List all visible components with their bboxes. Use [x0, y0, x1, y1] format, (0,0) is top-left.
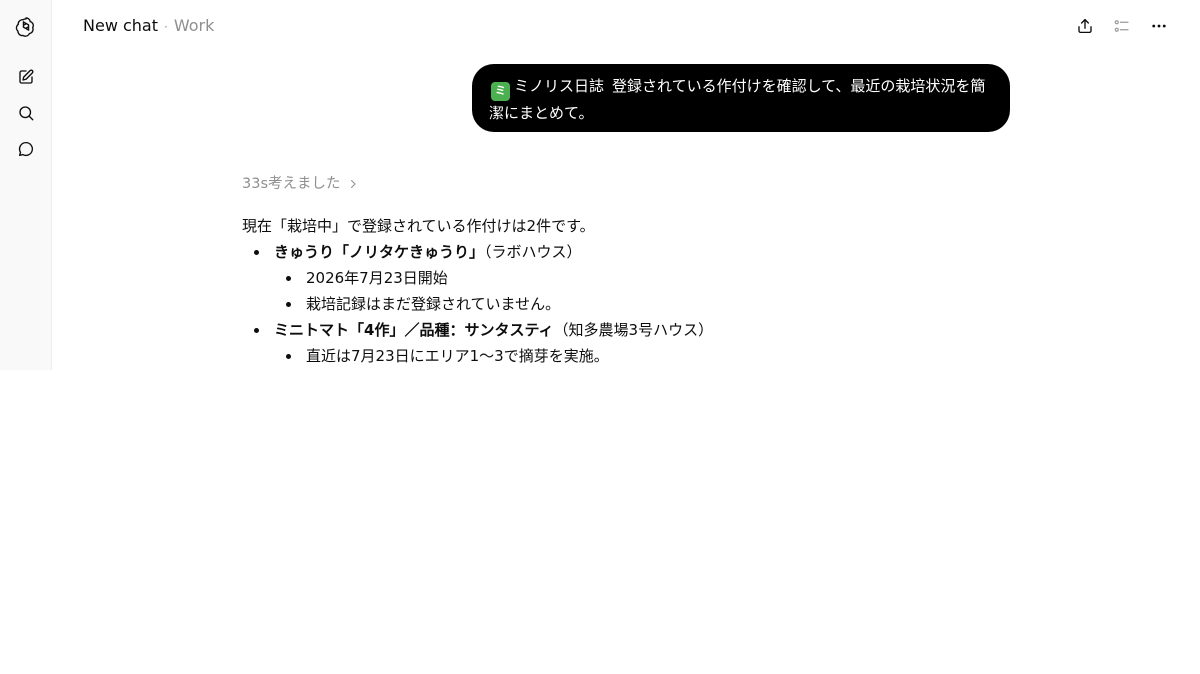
crop-title: ミニトマト「4作」／品種：サンタスティ — [274, 321, 554, 339]
crop-title: きゅうり「ノリタケきゅうり」 — [274, 243, 485, 261]
search-icon[interactable] — [12, 99, 40, 127]
chat-header: New chat · Work — [52, 0, 1200, 52]
list-item: ミニトマト「4作」／品種：サンタスティ（知多農場3号ハウス） — [242, 317, 1002, 343]
page-title[interactable]: New chat · Work — [83, 16, 214, 37]
chat-bubble-icon[interactable] — [12, 135, 40, 163]
project-name[interactable]: Work — [174, 16, 215, 35]
left-rail — [0, 0, 52, 370]
crop-location: （知多農場3号ハウス） — [553, 321, 714, 339]
list-item: 栽培記録はまだ登録されていません。 — [242, 291, 1002, 317]
response-intro: 現在「栽培中」で登録されている作付けは2件です。 — [242, 217, 595, 235]
list-item: 直近は7月23日にエリア1〜3で摘芽を実施。 — [242, 343, 1002, 369]
user-message-bubble: ミミノリス日誌 登録されている作付けを確認して、最近の栽培状況を簡潔にまとめて。 — [472, 64, 1010, 132]
more-horizontal-icon[interactable] — [1145, 12, 1173, 40]
connector-badge-icon: ミ — [491, 81, 510, 101]
thought-label: 33s考えました — [242, 176, 341, 192]
chat-title: New chat — [83, 16, 158, 35]
crop-location: （ラボハウス） — [484, 243, 582, 261]
crop-list: きゅうり「ノリタケきゅうり」（ラボハウス） 2026年7月23日開始 栽培記録は… — [242, 239, 1002, 369]
share-icon[interactable] — [1071, 12, 1099, 40]
title-separator: · — [164, 20, 168, 34]
thought-toggle[interactable]: 33s考えました — [242, 174, 359, 194]
chevron-right-icon — [350, 180, 356, 188]
edit-icon[interactable] — [12, 63, 40, 91]
connector-name[interactable]: ミノリス日誌 — [514, 77, 604, 95]
list-item: 2026年7月23日開始 — [242, 265, 1002, 291]
openai-logo-icon[interactable] — [12, 12, 40, 40]
list-item: きゅうり「ノリタケきゅうり」（ラボハウス） — [242, 239, 1002, 265]
chat-app: New chat · Work ミミノリス日誌 登録されている作付けを確認して、… — [0, 0, 1200, 370]
assistant-response: 現在「栽培中」で登録されている作付けは2件です。 きゅうり「ノリタケきゅうり」（… — [242, 213, 1002, 369]
outline-list-icon[interactable] — [1108, 12, 1136, 40]
